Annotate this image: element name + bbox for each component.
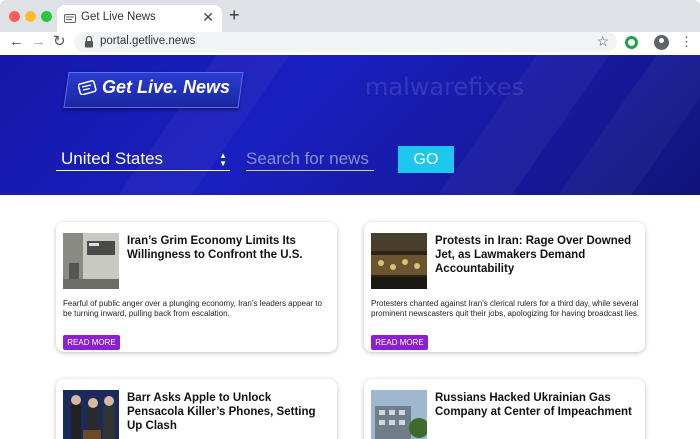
select-arrows-icon: ▲ ▼ xyxy=(219,151,227,168)
article-headline[interactable]: Russians Hacked Ukrainian Gas Company at… xyxy=(435,391,635,419)
country-select[interactable]: United States ▲ ▼ xyxy=(56,148,230,171)
close-tab-icon[interactable]: ✕ xyxy=(202,10,214,24)
article-headline[interactable]: Protests in Iran: Rage Over Downed Jet, … xyxy=(435,234,635,276)
browser-toolbar: ← → ↻ portal.getlive.news ☆ ⋮ xyxy=(0,32,700,54)
tab-strip: Get Live News ✕ + xyxy=(0,0,700,32)
watermark-text: malwarefixes xyxy=(365,73,525,101)
article-thumbnail[interactable] xyxy=(63,390,119,439)
read-more-button[interactable]: READ MORE xyxy=(371,335,428,350)
newspaper-icon xyxy=(64,14,76,23)
bookmark-star-icon[interactable]: ☆ xyxy=(596,33,609,50)
news-grid: Iran’s Grim Economy Limits Its Willingne… xyxy=(0,195,700,439)
logo-text: Get Live. News xyxy=(102,77,231,97)
url-text: portal.getlive.news xyxy=(100,35,196,47)
lock-icon xyxy=(85,35,93,48)
extension-icon[interactable] xyxy=(625,36,638,49)
go-button[interactable]: GO xyxy=(398,146,454,173)
article-thumbnail[interactable] xyxy=(371,233,427,289)
news-card: Iran’s Grim Economy Limits Its Willingne… xyxy=(56,222,337,352)
hero-banner: malwarefixes Get Live. News United State… xyxy=(0,55,700,195)
new-tab-button[interactable]: + xyxy=(229,6,240,24)
tab-title: Get Live News xyxy=(81,11,156,23)
search-input[interactable] xyxy=(246,148,374,170)
newspaper-logo-icon xyxy=(78,80,97,95)
tab-get-live-news[interactable]: Get Live News ✕ xyxy=(57,5,222,32)
article-thumbnail[interactable] xyxy=(63,233,119,289)
search-field-wrapper xyxy=(246,148,374,171)
article-description: Protesters chanted against Iran’s cleric… xyxy=(371,299,640,318)
profile-avatar-icon[interactable] xyxy=(654,35,669,50)
minimize-window-button[interactable] xyxy=(25,11,36,22)
browser-menu-icon[interactable]: ⋮ xyxy=(680,34,693,50)
news-card: Russians Hacked Ukrainian Gas Company at… xyxy=(364,379,645,439)
news-card: Barr Asks Apple to Unlock Pensacola Kill… xyxy=(56,379,337,439)
browser-window: Get Live News ✕ + ← → ↻ portal.getlive.n… xyxy=(0,0,700,439)
read-more-button[interactable]: READ MORE xyxy=(63,335,120,350)
forward-icon[interactable]: → xyxy=(31,33,46,51)
back-icon[interactable]: ← xyxy=(9,33,24,51)
article-headline[interactable]: Barr Asks Apple to Unlock Pensacola Kill… xyxy=(127,391,327,433)
close-window-button[interactable] xyxy=(9,11,20,22)
article-thumbnail[interactable] xyxy=(371,390,427,439)
country-value: United States xyxy=(61,149,164,168)
reload-icon[interactable]: ↻ xyxy=(53,33,66,51)
article-description: Fearful of public anger over a plunging … xyxy=(63,299,322,318)
news-card: Protests in Iran: Rage Over Downed Jet, … xyxy=(364,222,645,352)
address-bar[interactable]: portal.getlive.news ☆ xyxy=(74,32,617,52)
maximize-window-button[interactable] xyxy=(41,11,52,22)
article-headline[interactable]: Iran’s Grim Economy Limits Its Willingne… xyxy=(127,234,327,262)
